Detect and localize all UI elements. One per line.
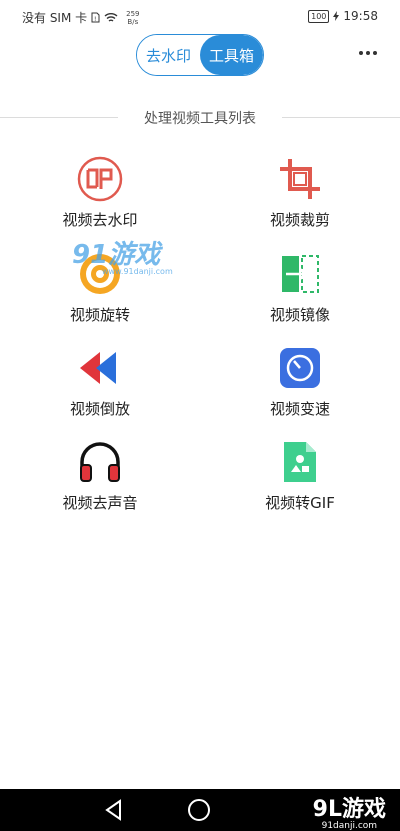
system-nav-bar: 9L游戏 91danji.com [0, 789, 400, 831]
stamp-yin-icon [77, 156, 123, 202]
rewind-icon [80, 352, 116, 384]
tool-label: 视频去声音 [62, 494, 138, 512]
tab-toolbox[interactable]: 工具箱 [200, 35, 263, 75]
tool-to-gif[interactable]: 视频转GIF [220, 438, 380, 513]
net-speed: 259 B/s [126, 10, 139, 26]
tool-mute[interactable]: 视频去声音 [20, 438, 180, 513]
tool-label: 视频旋转 [69, 306, 130, 324]
tool-label: 视频变速 [269, 400, 330, 418]
tool-label: 视频裁剪 [269, 211, 330, 229]
status-left: 没有 SIM 卡 ! 259 B/s [22, 9, 140, 26]
back-icon[interactable] [104, 799, 124, 821]
crop-icon [280, 159, 320, 199]
net-speed-unit: B/s [127, 17, 139, 26]
mode-switch: 去水印 工具箱 [136, 34, 264, 76]
gif-file-icon [284, 442, 316, 482]
tool-label: 视频转GIF [265, 494, 335, 512]
net-speed-value: 259 [126, 9, 140, 18]
watermark-overlay: 91游戏 www.91danji.com [72, 234, 173, 276]
headphones-icon [80, 442, 120, 482]
tool-label: 视频倒放 [69, 400, 130, 418]
carrier-text: 没有 SIM 卡 [22, 11, 88, 25]
watermark-text: 91游戏 [72, 240, 161, 270]
charging-icon [333, 11, 340, 21]
more-dots-icon[interactable] [358, 46, 378, 60]
sim-icon: ! [91, 12, 100, 23]
clock: 19:58 [343, 9, 378, 23]
mirror-icon [282, 255, 319, 293]
svg-text:!: ! [94, 16, 96, 23]
status-bar: 没有 SIM 卡 ! 259 B/s 100 19:58 [0, 0, 400, 32]
tab-remove-watermark[interactable]: 去水印 [137, 35, 200, 75]
tool-speed[interactable]: 视频变速 [220, 344, 380, 419]
status-right: 100 19:58 [308, 9, 378, 23]
brand-watermark: 9L游戏 91danji.com [313, 791, 386, 831]
tool-reverse[interactable]: 视频倒放 [20, 344, 180, 419]
tool-remove-watermark[interactable]: 视频去水印 [20, 155, 180, 230]
home-icon[interactable] [188, 799, 210, 821]
tool-label: 视频镜像 [269, 306, 330, 324]
divider-right [282, 117, 400, 118]
tool-crop[interactable]: 视频裁剪 [220, 155, 380, 230]
tool-mirror[interactable]: 视频镜像 [220, 250, 380, 325]
tool-label: 视频去水印 [62, 211, 138, 229]
section-header: 处理视频工具列表 [0, 106, 400, 128]
brand-sub: 91danji.com [321, 821, 378, 831]
speedometer-icon [280, 348, 320, 388]
watermark-sub: www.91danji.com [102, 267, 173, 276]
section-title: 处理视频工具列表 [144, 111, 256, 127]
wifi-icon [104, 13, 118, 22]
brand-text: 9L游戏 [312, 797, 386, 822]
battery-icon: 100 [308, 9, 330, 23]
